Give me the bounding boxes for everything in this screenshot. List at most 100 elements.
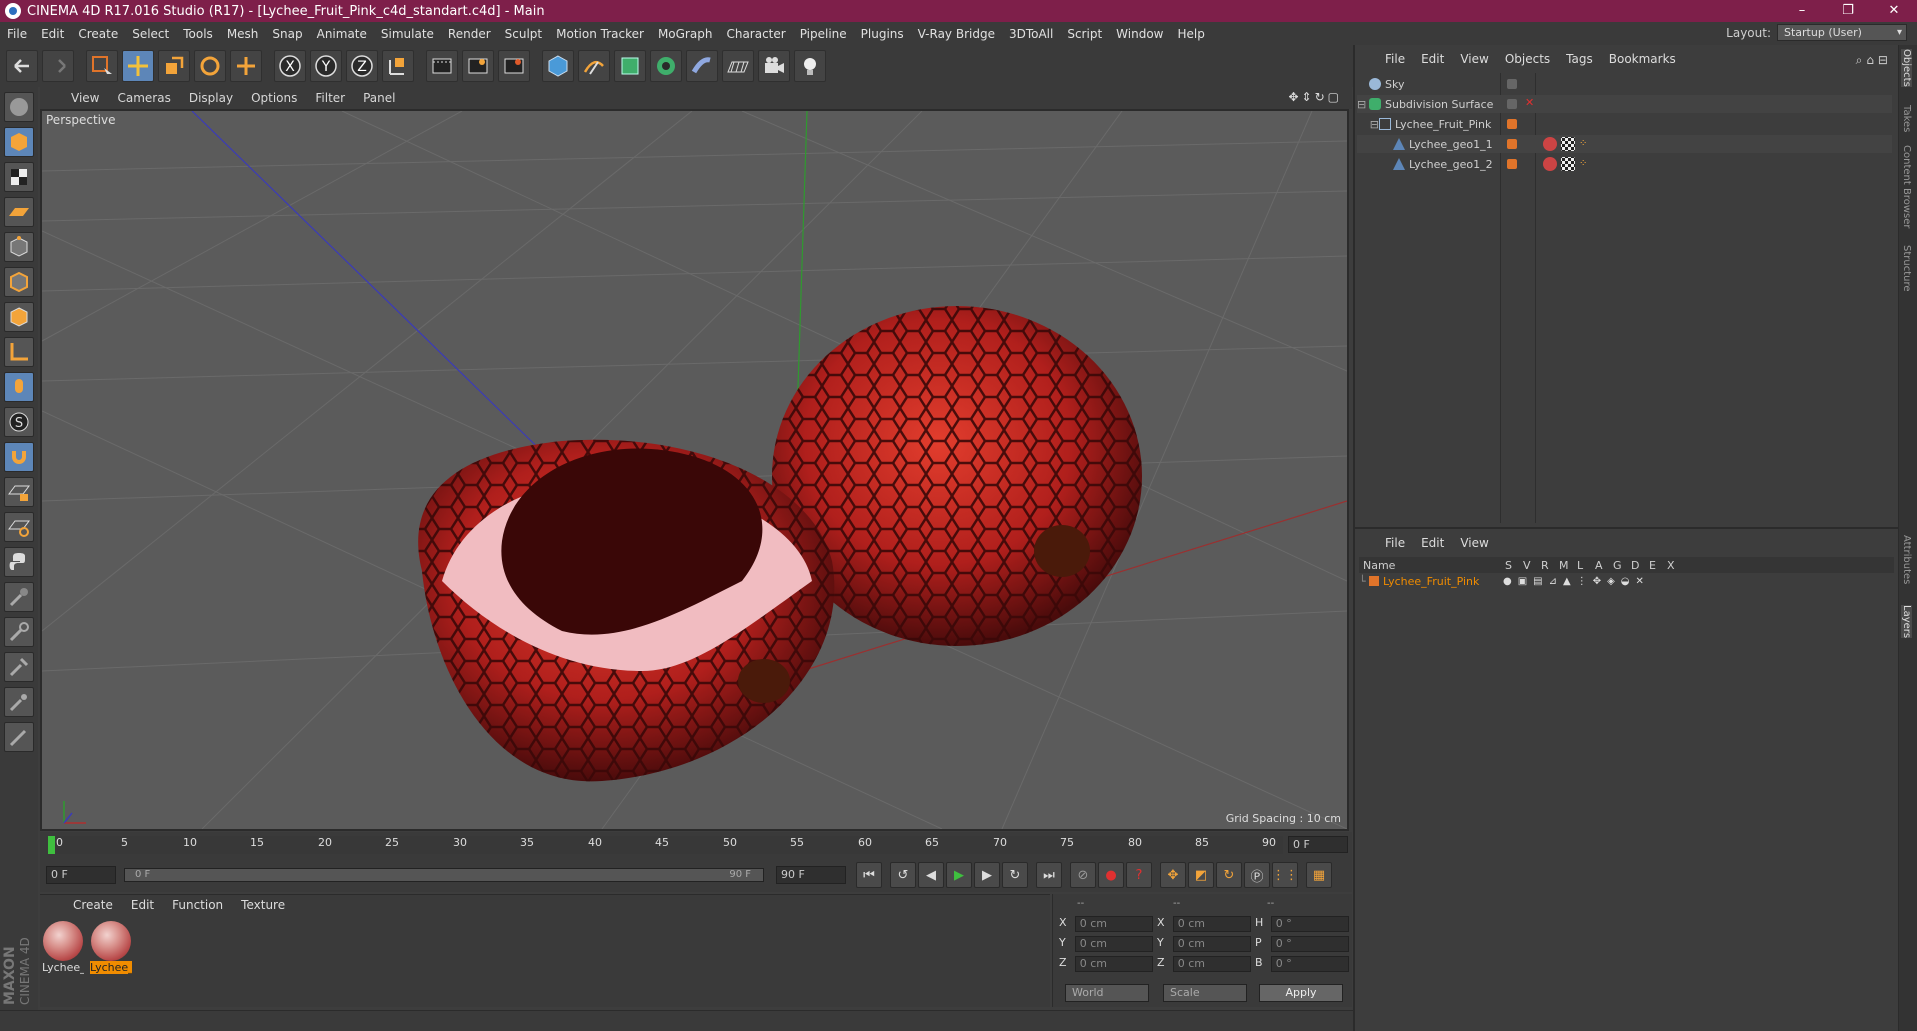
- position-x-field[interactable]: 0 cm: [1074, 916, 1153, 932]
- selection-tag-icon[interactable]: ⁘: [1579, 158, 1591, 170]
- menu-motion-tracker[interactable]: Motion Tracker: [549, 27, 651, 41]
- key-parameter-icon[interactable]: Ⓟ: [1244, 862, 1270, 888]
- render-view-icon[interactable]: [426, 50, 458, 82]
- object-visibility-toggle[interactable]: [1507, 79, 1517, 89]
- floor-icon[interactable]: [722, 50, 754, 82]
- timeline-ruler[interactable]: 0 5 10 15 20 25 30 35 40 45 50 55 60 65 …: [48, 836, 1283, 854]
- next-frame-icon[interactable]: ▶: [974, 862, 1000, 888]
- edges-mode-icon[interactable]: [4, 267, 34, 297]
- rotation-p-field[interactable]: 0 °: [1270, 936, 1349, 952]
- menu-create[interactable]: Create: [71, 27, 125, 41]
- tab-attributes[interactable]: Attributes: [1901, 535, 1912, 584]
- menu-mograph[interactable]: MoGraph: [651, 27, 720, 41]
- close-button[interactable]: ✕: [1871, 0, 1917, 22]
- om-menu-edit[interactable]: Edit: [1413, 52, 1452, 66]
- tab-takes[interactable]: Takes: [1901, 105, 1912, 132]
- om-menu-bookmarks[interactable]: Bookmarks: [1601, 52, 1684, 66]
- minimize-button[interactable]: –: [1779, 0, 1825, 22]
- move-icon[interactable]: [122, 50, 154, 82]
- layer-color-swatch[interactable]: [1369, 576, 1379, 586]
- menu-character[interactable]: Character: [719, 27, 792, 41]
- light-icon[interactable]: [794, 50, 826, 82]
- menu-script[interactable]: Script: [1060, 27, 1109, 41]
- paint-icon[interactable]: [4, 617, 34, 647]
- coord-mode-select[interactable]: World: [1065, 984, 1149, 1002]
- autokey-icon[interactable]: ●: [1098, 862, 1124, 888]
- viewport-menu-display[interactable]: Display: [180, 91, 242, 105]
- coord-scale-select[interactable]: Scale: [1163, 984, 1247, 1002]
- selection-tag-icon[interactable]: ⁘: [1579, 138, 1591, 150]
- tab-objects[interactable]: Objects: [1901, 49, 1912, 87]
- object-row-sky[interactable]: Sky: [1357, 75, 1892, 93]
- camera-icon[interactable]: [758, 50, 790, 82]
- key-position-icon[interactable]: ✥: [1160, 862, 1186, 888]
- key-scale-icon[interactable]: ◩: [1188, 862, 1214, 888]
- material-menu-edit[interactable]: Edit: [122, 898, 163, 912]
- size-z-field[interactable]: 0 cm: [1172, 956, 1251, 972]
- menu-simulate[interactable]: Simulate: [374, 27, 441, 41]
- menu-mesh[interactable]: Mesh: [220, 27, 266, 41]
- menu-animate[interactable]: Animate: [310, 27, 374, 41]
- material-tag-icon[interactable]: [1543, 137, 1557, 151]
- object-layer-color[interactable]: [1507, 159, 1517, 169]
- tab-content-browser[interactable]: Content Browser: [1901, 145, 1912, 228]
- om-menu-view[interactable]: View: [1452, 52, 1496, 66]
- menu-select[interactable]: Select: [125, 27, 176, 41]
- position-y-field[interactable]: 0 cm: [1074, 936, 1153, 952]
- record-help-icon[interactable]: ?: [1126, 862, 1152, 888]
- viewport-menu-cameras[interactable]: Cameras: [108, 91, 179, 105]
- menu-sculpt[interactable]: Sculpt: [498, 27, 549, 41]
- layer-menu-file[interactable]: File: [1377, 536, 1413, 550]
- play-icon[interactable]: ▶: [946, 862, 972, 888]
- size-x-field[interactable]: 0 cm: [1172, 916, 1251, 932]
- tweak-mode-icon[interactable]: [4, 372, 34, 402]
- prev-key-icon[interactable]: ↺: [890, 862, 916, 888]
- solo-icon[interactable]: S: [4, 407, 34, 437]
- z-axis-icon[interactable]: Z: [346, 50, 378, 82]
- object-row-lychee-geo1-1[interactable]: Lychee_geo1_1 ⁘: [1357, 135, 1892, 153]
- next-key-icon[interactable]: ↻: [1002, 862, 1028, 888]
- x-axis-icon[interactable]: X: [274, 50, 306, 82]
- array-icon[interactable]: [650, 50, 682, 82]
- uvw-tag-icon[interactable]: [1561, 137, 1575, 151]
- layer-menu-edit[interactable]: Edit: [1413, 536, 1452, 550]
- axis-mode-icon[interactable]: [4, 337, 34, 367]
- om-menu-file[interactable]: File: [1377, 52, 1413, 66]
- menu-3dtoall[interactable]: 3DToAll: [1002, 27, 1060, 41]
- material-menu-texture[interactable]: Texture: [232, 898, 294, 912]
- menu-pipeline[interactable]: Pipeline: [793, 27, 854, 41]
- tab-layers[interactable]: Layers: [1901, 605, 1912, 639]
- rotation-h-field[interactable]: 0 °: [1270, 916, 1349, 932]
- perspective-viewport[interactable]: Perspective Grid Spacing : 10 cm: [40, 109, 1349, 831]
- layer-toggle-icons[interactable]: ●▣▤⊿▲⋮✥◈◒✕: [1503, 576, 1650, 587]
- object-visibility-toggle[interactable]: [1507, 99, 1517, 109]
- end-frame-field[interactable]: 90 F: [776, 866, 846, 884]
- redo-icon[interactable]: [42, 50, 74, 82]
- layout-select[interactable]: Startup (User): [1777, 24, 1907, 41]
- menu-snap[interactable]: Snap: [265, 27, 309, 41]
- menu-render[interactable]: Render: [441, 27, 498, 41]
- cube-icon[interactable]: [542, 50, 574, 82]
- key-pla-icon[interactable]: ⋮⋮: [1272, 862, 1298, 888]
- polygons-mode-icon[interactable]: [4, 302, 34, 332]
- object-row-lychee-fruit-pink[interactable]: ⊟ Lychee_Fruit_Pink: [1357, 115, 1892, 133]
- object-layer-color[interactable]: [1507, 139, 1517, 149]
- sculpt-icon[interactable]: [4, 652, 34, 682]
- timeline-window-icon[interactable]: ▦: [1306, 862, 1332, 888]
- viewport-camera-label[interactable]: Perspective: [46, 113, 116, 127]
- layer-row-lychee-fruit-pink[interactable]: └ Lychee_Fruit_Pink ●▣▤⊿▲⋮✥◈◒✕: [1359, 573, 1894, 589]
- model-mode-icon[interactable]: [4, 127, 34, 157]
- object-row-subdivision-surface[interactable]: ⊟ Subdivision Surface ✕: [1357, 95, 1892, 113]
- frame-range-slider[interactable]: 0 F 90 F: [124, 868, 764, 882]
- goto-start-icon[interactable]: ⏮: [856, 862, 882, 888]
- material-tag-icon[interactable]: [1543, 157, 1557, 171]
- snap-magnet-icon[interactable]: [4, 442, 34, 472]
- om-search-home-icons[interactable]: ⌕⌂⊟: [1856, 53, 1892, 68]
- position-z-field[interactable]: 0 cm: [1074, 956, 1153, 972]
- material-swatch-2[interactable]: Lychee_: [90, 921, 132, 977]
- menu-file[interactable]: File: [0, 27, 34, 41]
- prev-frame-icon[interactable]: ◀: [918, 862, 944, 888]
- undo-icon[interactable]: [6, 50, 38, 82]
- viewport-menu-options[interactable]: Options: [242, 91, 306, 105]
- viewport-menu-panel[interactable]: Panel: [354, 91, 404, 105]
